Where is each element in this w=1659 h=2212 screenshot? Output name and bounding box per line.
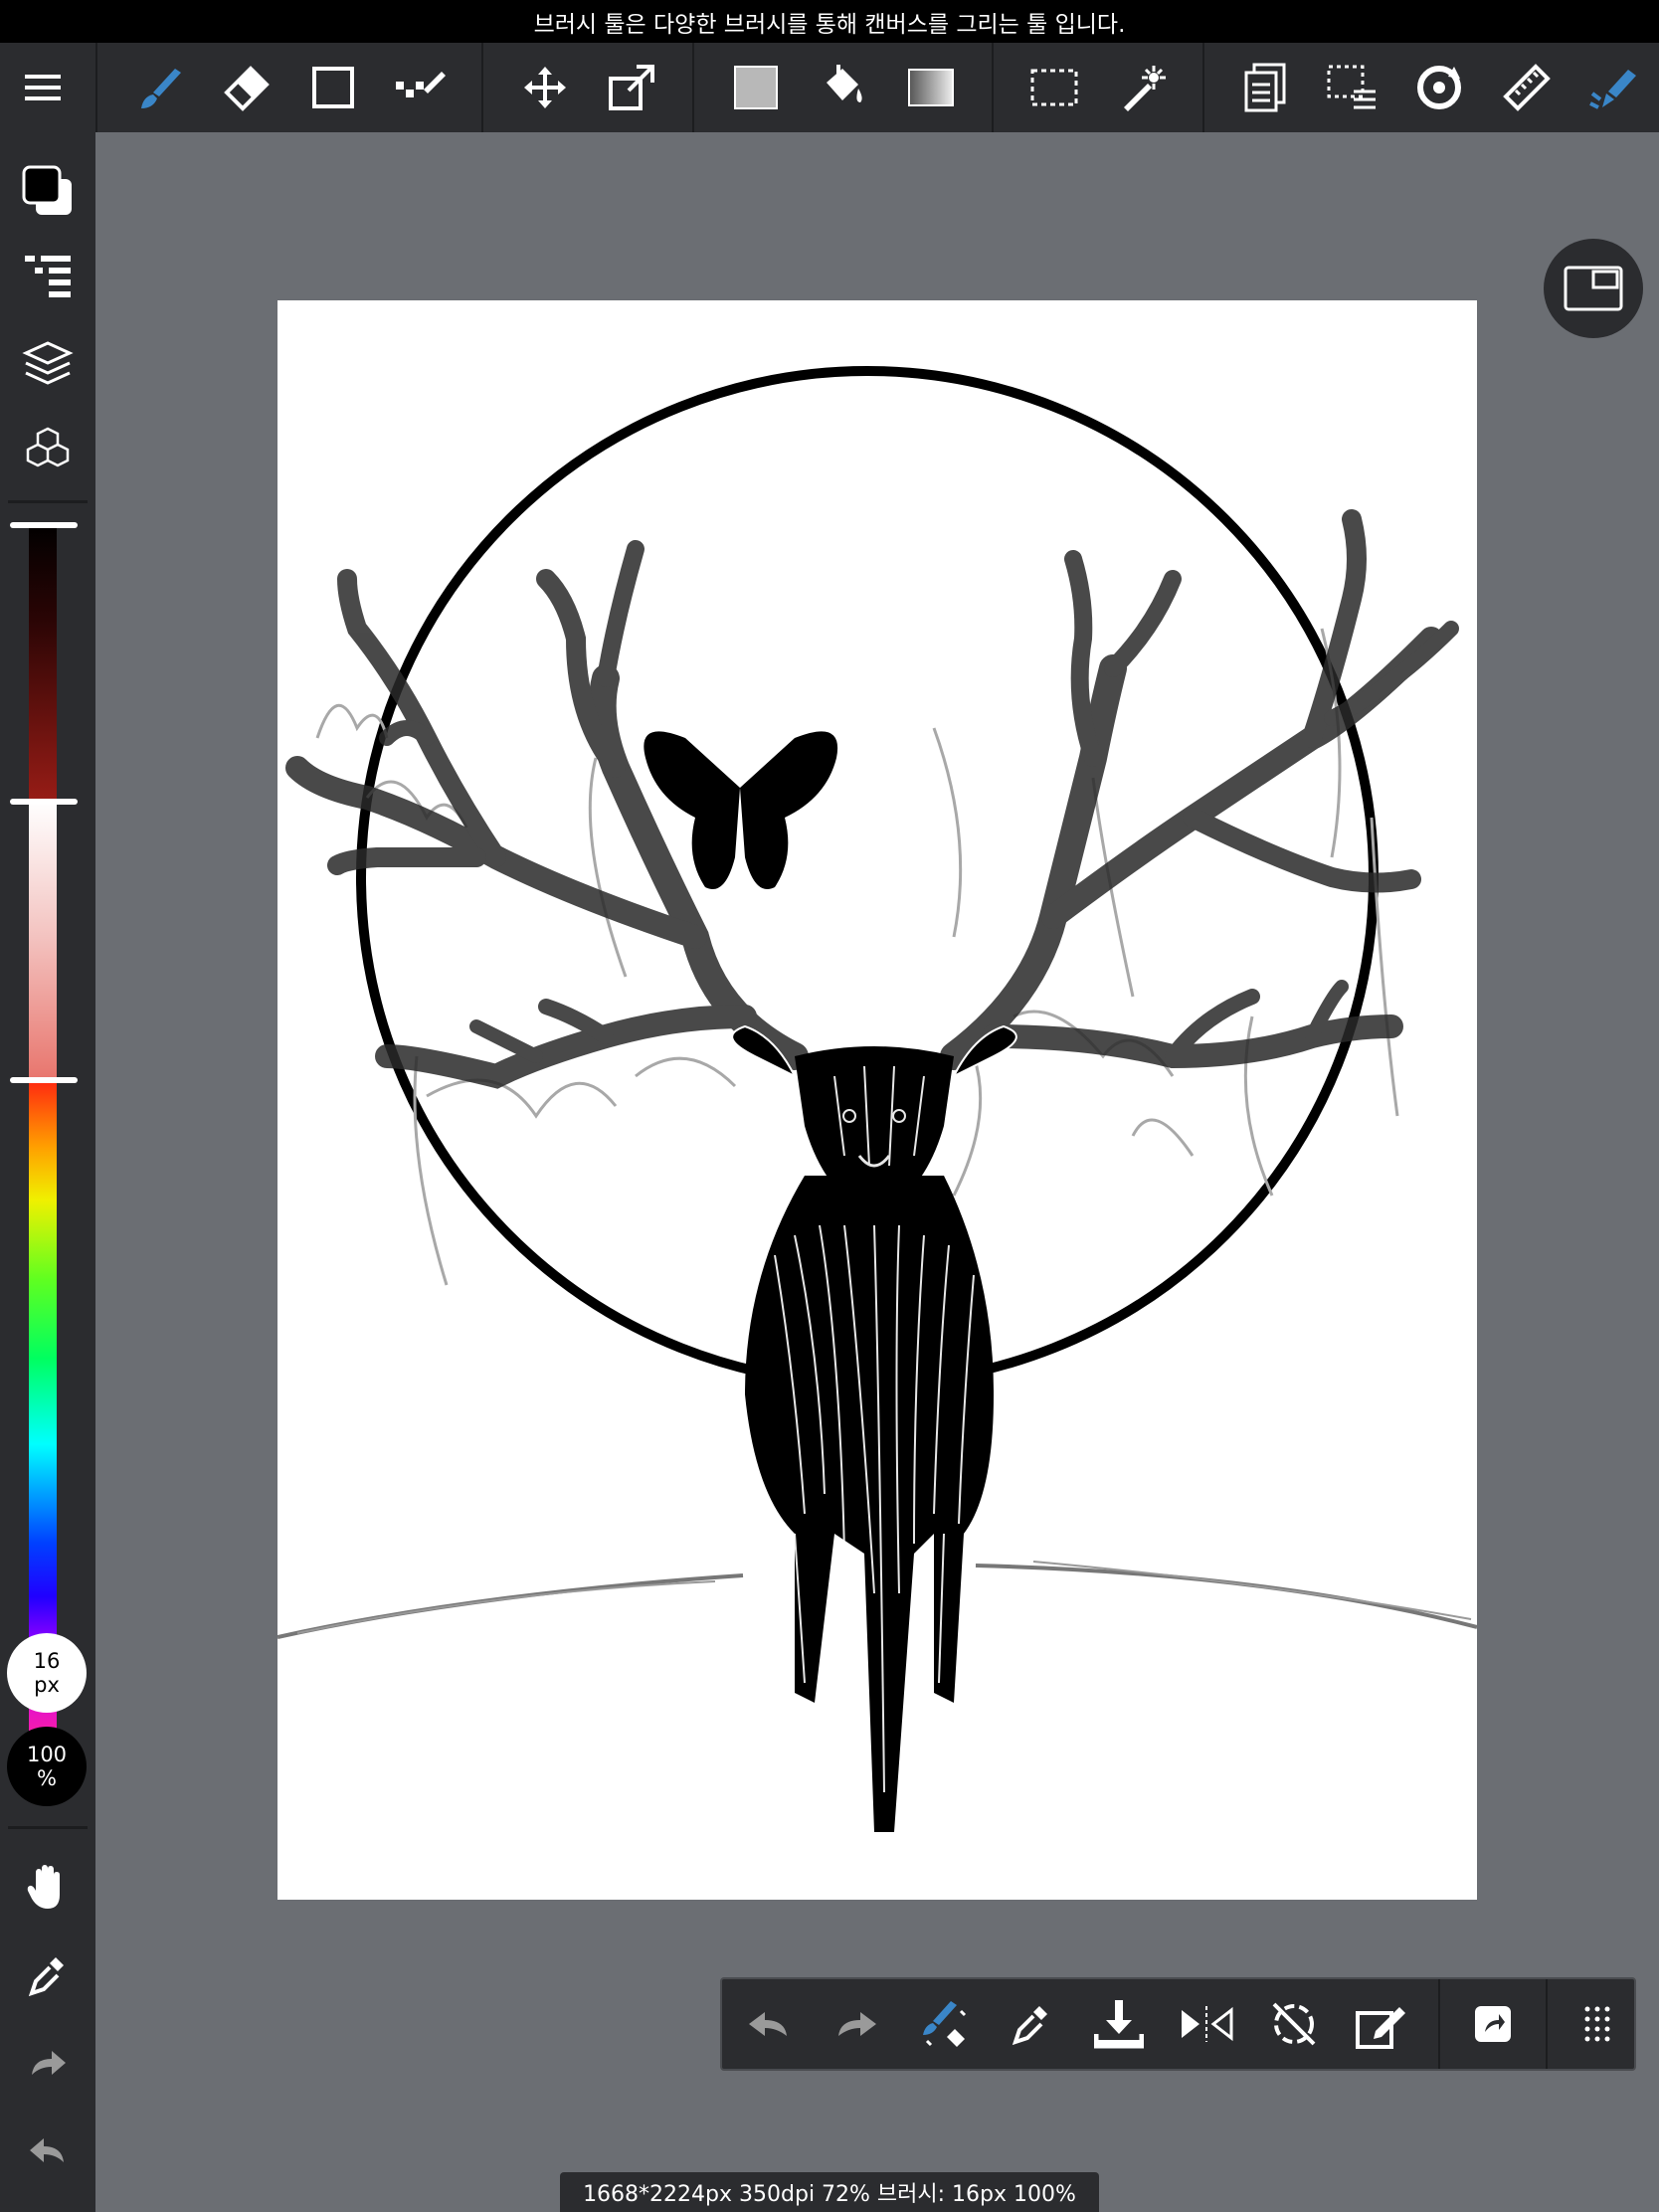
opacity-unit: % bbox=[37, 1766, 57, 1790]
transform-tool-icon[interactable] bbox=[599, 55, 664, 120]
gradient-tool-icon[interactable] bbox=[898, 55, 964, 120]
opacity-value: 100 bbox=[26, 1743, 68, 1766]
select-list-icon[interactable] bbox=[1319, 55, 1384, 120]
fill-color-icon[interactable] bbox=[723, 55, 789, 120]
copy-paste-icon[interactable] bbox=[1231, 55, 1297, 120]
magic-wand-icon[interactable] bbox=[1111, 55, 1177, 120]
move-tool-icon[interactable] bbox=[512, 55, 578, 120]
brush-size-value: 16 bbox=[33, 1649, 61, 1673]
materials-icon[interactable] bbox=[13, 417, 83, 486]
rotate-reset-icon[interactable] bbox=[1259, 1989, 1329, 2059]
top-toolbar bbox=[0, 43, 1659, 132]
eyedropper-icon[interactable] bbox=[13, 1940, 83, 2010]
color-swatch-icon[interactable] bbox=[13, 156, 83, 226]
layers-icon[interactable] bbox=[13, 329, 83, 399]
navigator-icon[interactable] bbox=[1544, 239, 1643, 338]
rotate-view-icon[interactable] bbox=[1406, 55, 1472, 120]
more-grid-icon[interactable] bbox=[1563, 1989, 1632, 2059]
undo-side-icon[interactable] bbox=[13, 2116, 83, 2185]
share-icon[interactable] bbox=[1458, 1989, 1528, 2059]
hue-knob[interactable] bbox=[10, 1077, 78, 1083]
shape-tool-icon[interactable] bbox=[300, 55, 366, 120]
opacity-button[interactable]: 100% bbox=[7, 1727, 87, 1806]
flip-horizontal-icon[interactable] bbox=[1172, 1989, 1241, 2059]
status-bar: 1668*2224px 350dpi 72% 브러시: 16px 100% bbox=[560, 2172, 1099, 2212]
eyedropper-quick-icon[interactable] bbox=[997, 1989, 1066, 2059]
quick-action-bar bbox=[720, 1977, 1636, 2071]
hand-tool-icon[interactable] bbox=[13, 1853, 83, 1923]
select-tool-icon[interactable] bbox=[1021, 55, 1087, 120]
dot-tool-icon[interactable] bbox=[388, 55, 454, 120]
brush-tool-icon[interactable] bbox=[127, 55, 193, 120]
status-text: 1668*2224px 350dpi 72% 브러시: 16px 100% bbox=[583, 2182, 1076, 2207]
pen-pressure-icon[interactable] bbox=[1581, 55, 1647, 120]
brush-eraser-toggle-icon[interactable] bbox=[909, 1989, 979, 2059]
artwork-illustration bbox=[277, 366, 1477, 1832]
left-sidebar: 16 px 100% bbox=[0, 132, 95, 2212]
undo-icon[interactable] bbox=[734, 1989, 804, 2059]
eraser-tool-icon[interactable] bbox=[213, 55, 278, 120]
saturation-knob[interactable] bbox=[10, 799, 78, 805]
ruler-icon[interactable] bbox=[1494, 55, 1560, 120]
bucket-tool-icon[interactable] bbox=[811, 55, 876, 120]
drawing-canvas[interactable] bbox=[277, 300, 1477, 1900]
brush-size-unit: px bbox=[34, 1673, 60, 1697]
redo-icon[interactable] bbox=[822, 1989, 891, 2059]
tip-bar: 브러시 툴은 다양한 브러시를 통해 캔버스를 그리는 툴 입니다. bbox=[0, 0, 1659, 43]
brush-list-icon[interactable] bbox=[13, 242, 83, 311]
save-download-icon[interactable] bbox=[1084, 1989, 1154, 2059]
transform-quick-icon[interactable] bbox=[1347, 1989, 1416, 2059]
brush-size-button[interactable]: 16 px bbox=[7, 1633, 87, 1713]
menu-icon[interactable] bbox=[10, 55, 76, 120]
tip-text: 브러시 툴은 다양한 브러시를 통해 캔버스를 그리는 툴 입니다. bbox=[533, 11, 1126, 38]
redo-side-icon[interactable] bbox=[13, 2028, 83, 2098]
lightness-knob[interactable] bbox=[10, 522, 78, 528]
